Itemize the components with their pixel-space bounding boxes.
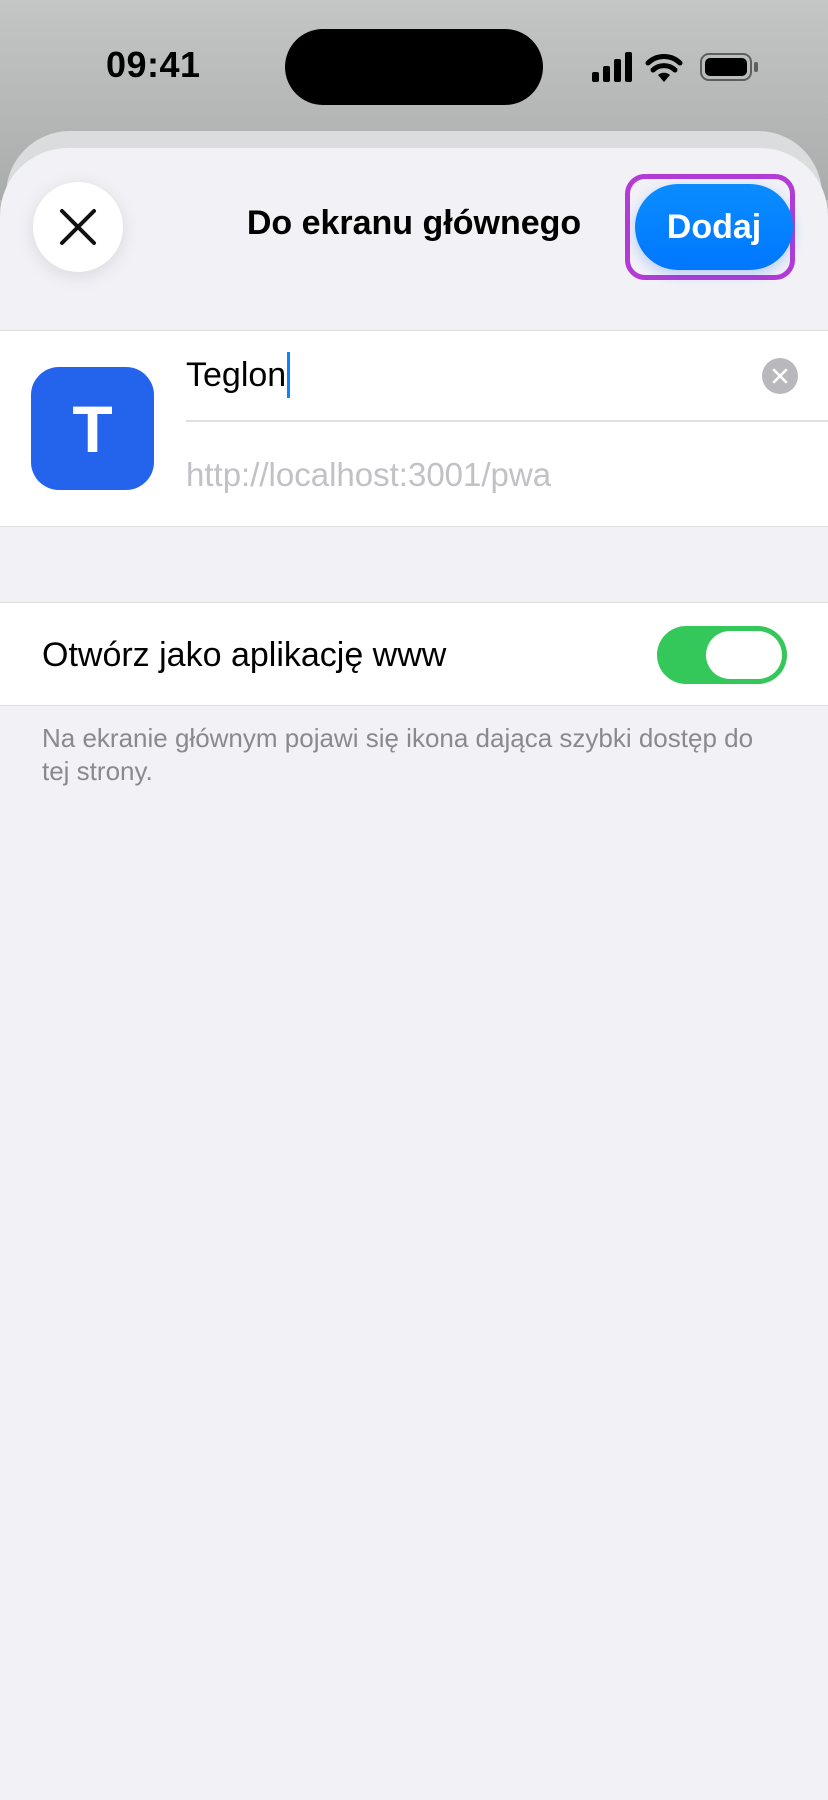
sheet-title: Do ekranu głównego bbox=[246, 204, 582, 242]
field-divider bbox=[186, 420, 828, 422]
status-time: 09:41 bbox=[106, 44, 201, 85]
dynamic-island bbox=[285, 29, 543, 105]
web-app-toggle-label: Otwórz jako aplikację www bbox=[42, 636, 447, 674]
app-name-input[interactable]: Teglon bbox=[186, 352, 746, 398]
clear-text-icon bbox=[772, 368, 788, 384]
wifi-icon bbox=[645, 54, 683, 82]
app-name-value: Teglon bbox=[186, 355, 287, 394]
text-caret bbox=[287, 352, 291, 398]
cellular-signal-icon bbox=[592, 52, 632, 82]
app-icon: T bbox=[31, 367, 154, 490]
app-url: http://localhost:3001/pwa bbox=[186, 456, 552, 493]
close-icon bbox=[60, 209, 96, 245]
app-icon-letter: T bbox=[72, 391, 113, 466]
clear-text-button[interactable] bbox=[762, 358, 798, 394]
battery-icon bbox=[700, 53, 758, 81]
toggle-knob bbox=[706, 631, 782, 679]
status-icons bbox=[592, 52, 758, 82]
close-button[interactable] bbox=[33, 182, 123, 272]
add-button[interactable]: Dodaj bbox=[635, 184, 793, 270]
footnote-text: Na ekranie głównym pojawi się ikona dają… bbox=[42, 723, 754, 786]
